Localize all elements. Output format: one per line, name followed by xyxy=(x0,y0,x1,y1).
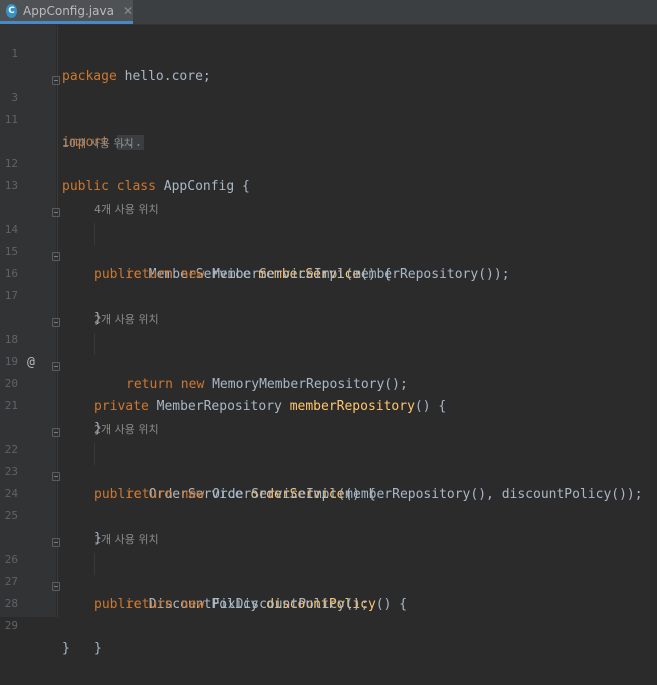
code-line: 19 return new MemoryMemberRepository(); xyxy=(0,333,657,392)
code-line: 27 return new FixDiscountPolicy(); xyxy=(0,553,657,612)
code-line: 18 @ private MemberRepository memberRepo… xyxy=(0,311,657,414)
code-line: 29 } xyxy=(0,597,657,656)
line-number: 1 xyxy=(11,47,18,60)
code-line: 1 package hello.core; xyxy=(0,25,657,84)
fold-icon[interactable] xyxy=(52,76,60,85)
code-line: 14 public MemberService memberService() … xyxy=(0,201,657,282)
usage-hint: 2개 사용 위치 xyxy=(0,399,657,436)
java-class-icon: C xyxy=(6,3,18,18)
code-line: 25 xyxy=(0,487,657,522)
code-line: 26 public DiscountPolicy discountPolicy(… xyxy=(0,531,657,612)
code-editor[interactable]: 1 package hello.core; 3 import ... 11 10… xyxy=(0,25,657,656)
code-line: 17 xyxy=(0,267,657,302)
code-line: 24 } xyxy=(0,465,657,546)
code-line: 16 } xyxy=(0,245,657,326)
tab-appconfig[interactable]: C AppConfig.java ✕ xyxy=(0,0,133,24)
fold-icon[interactable] xyxy=(52,362,60,371)
code-line: 21 xyxy=(0,377,657,412)
code-line: 11 xyxy=(0,91,657,126)
usage-hint: 2개 사용 위치 xyxy=(0,289,657,326)
tab-label: AppConfig.java xyxy=(23,3,114,18)
code-line: 20 } xyxy=(0,355,657,436)
code-line: 15 return new MemberServiceImpl(memberRe… xyxy=(0,223,657,282)
fold-icon[interactable] xyxy=(52,582,60,591)
usage-hint: 1개 사용 위치 xyxy=(0,509,657,546)
fold-icon[interactable] xyxy=(52,318,60,327)
code-line: 22 public OrderService orderService() { xyxy=(0,421,657,502)
fold-icon[interactable] xyxy=(52,208,60,217)
code-line: 13 xyxy=(0,157,657,192)
code-line: 28 } xyxy=(0,575,657,656)
code-line: 12 public class AppConfig { xyxy=(0,135,657,194)
usage-hint: 10개 사용 위치 xyxy=(0,113,657,150)
code-line: 3 import ... xyxy=(0,69,657,150)
line-number: 29 xyxy=(4,619,18,632)
fold-icon[interactable] xyxy=(52,252,60,261)
fold-icon[interactable] xyxy=(52,472,60,481)
close-icon[interactable]: ✕ xyxy=(123,4,133,18)
usage-hint: 4개 사용 위치 xyxy=(0,179,657,216)
code-line: 23 return new OrderServiceImpl(memberRep… xyxy=(0,443,657,502)
fold-icon[interactable] xyxy=(52,538,60,547)
editor-tab-bar: C AppConfig.java ✕ xyxy=(0,0,657,25)
fold-icon[interactable] xyxy=(52,428,60,437)
